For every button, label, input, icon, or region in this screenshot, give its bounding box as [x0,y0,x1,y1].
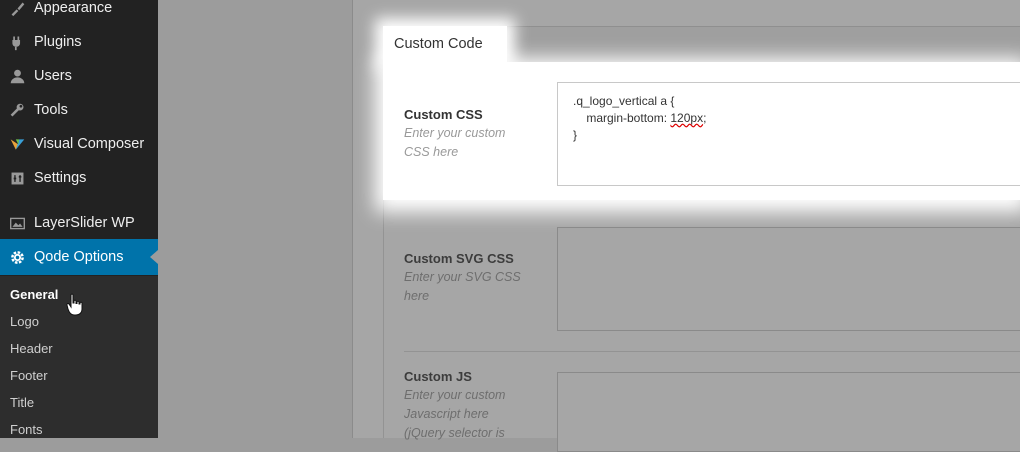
menu-item-plugins[interactable]: Plugins [0,25,158,59]
user-icon [0,68,34,85]
description-line: here [404,289,430,303]
submenu-item-footer[interactable]: Footer [10,368,48,383]
code-semicolon: ; [703,111,707,125]
menu-item-tools[interactable]: Tools [0,93,158,127]
menu-item-users[interactable]: Users [0,59,158,93]
description-line: Javascript here [404,407,489,421]
submenu-item-title[interactable]: Title [10,395,34,410]
hand-cursor-icon [66,293,83,316]
custom-js-description: Enter your custom Javascript here (jQuer… [404,386,529,443]
menu-item-layerslider[interactable]: LayerSlider WP [0,206,158,240]
menu-item-label: LayerSlider WP [34,215,135,231]
menu-item-appearance[interactable]: Appearance [0,0,158,25]
brush-icon [0,0,34,17]
menu-item-label: Qode Options [34,249,124,265]
visual-composer-icon [0,136,34,153]
menu-item-label: Tools [34,102,68,118]
section-title-text: Custom Code [394,36,483,52]
submenu-item-fonts[interactable]: Fonts [10,422,43,437]
description-line: (jQuery selector is [404,426,505,440]
menu-item-label: Users [34,68,72,84]
gear-icon [0,249,34,266]
code-value-spellcheck: 120px [670,111,704,125]
description-line: Enter your custom [404,388,506,402]
menu-item-visual-composer[interactable]: Visual Composer [0,127,158,161]
custom-css-textarea[interactable]: .q_logo_vertical a { margin-bottom: 120p… [557,82,1020,186]
section-title-custom-code: Custom Code [383,26,507,62]
custom-css-label: Custom CSS [404,107,483,122]
panel-inner-line [383,200,384,438]
layerslider-icon [0,215,34,232]
menu-item-qode-options[interactable]: Qode Options [0,239,158,275]
custom-svg-css-textarea[interactable] [557,227,1020,331]
code-line-3: } [573,128,578,142]
menu-item-label: Plugins [34,34,82,50]
description-line: Enter your custom [404,126,506,140]
menu-item-label: Settings [34,170,87,186]
custom-js-textarea[interactable] [557,372,1020,452]
submenu-item-logo[interactable]: Logo [10,314,39,329]
plug-icon [0,34,34,51]
custom-js-label: Custom JS [404,369,472,384]
row-divider [404,351,1020,352]
submenu-item-general[interactable]: General [10,287,58,302]
custom-svg-css-label: Custom SVG CSS [404,251,514,266]
wrench-icon [0,102,34,119]
custom-css-description: Enter your custom CSS here [404,124,529,162]
settings-icon [0,170,34,187]
description-line: Enter your SVG CSS [404,270,521,284]
submenu-item-header[interactable]: Header [10,341,53,356]
code-property: margin-bottom: [573,111,671,125]
code-line-1: .q_logo_vertical a { [573,94,675,108]
menu-item-label: Appearance [34,0,113,16]
menu-item-label: Visual Composer [34,136,145,152]
admin-sidebar: Appearance Plugins Users Tools Visual Co… [0,0,158,438]
description-line: CSS here [404,145,459,159]
menu-item-settings[interactable]: Settings [0,161,158,195]
code-line-2: margin-bottom: 120px; [573,111,706,125]
custom-svg-css-description: Enter your SVG CSS here [404,268,529,306]
